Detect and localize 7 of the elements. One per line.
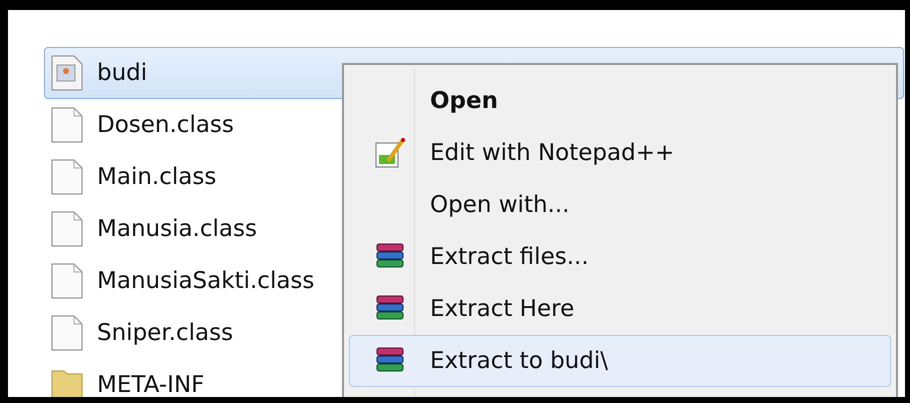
file-name: Sniper.class [97,320,234,346]
file-name: budi [97,60,148,86]
file-name: Main.class [97,164,216,190]
file-name: Manusia.class [97,216,257,242]
file-name: Dosen.class [97,112,234,138]
file-name: ManusiaSakti.class [97,268,314,294]
file-name: META-INF [97,372,204,397]
